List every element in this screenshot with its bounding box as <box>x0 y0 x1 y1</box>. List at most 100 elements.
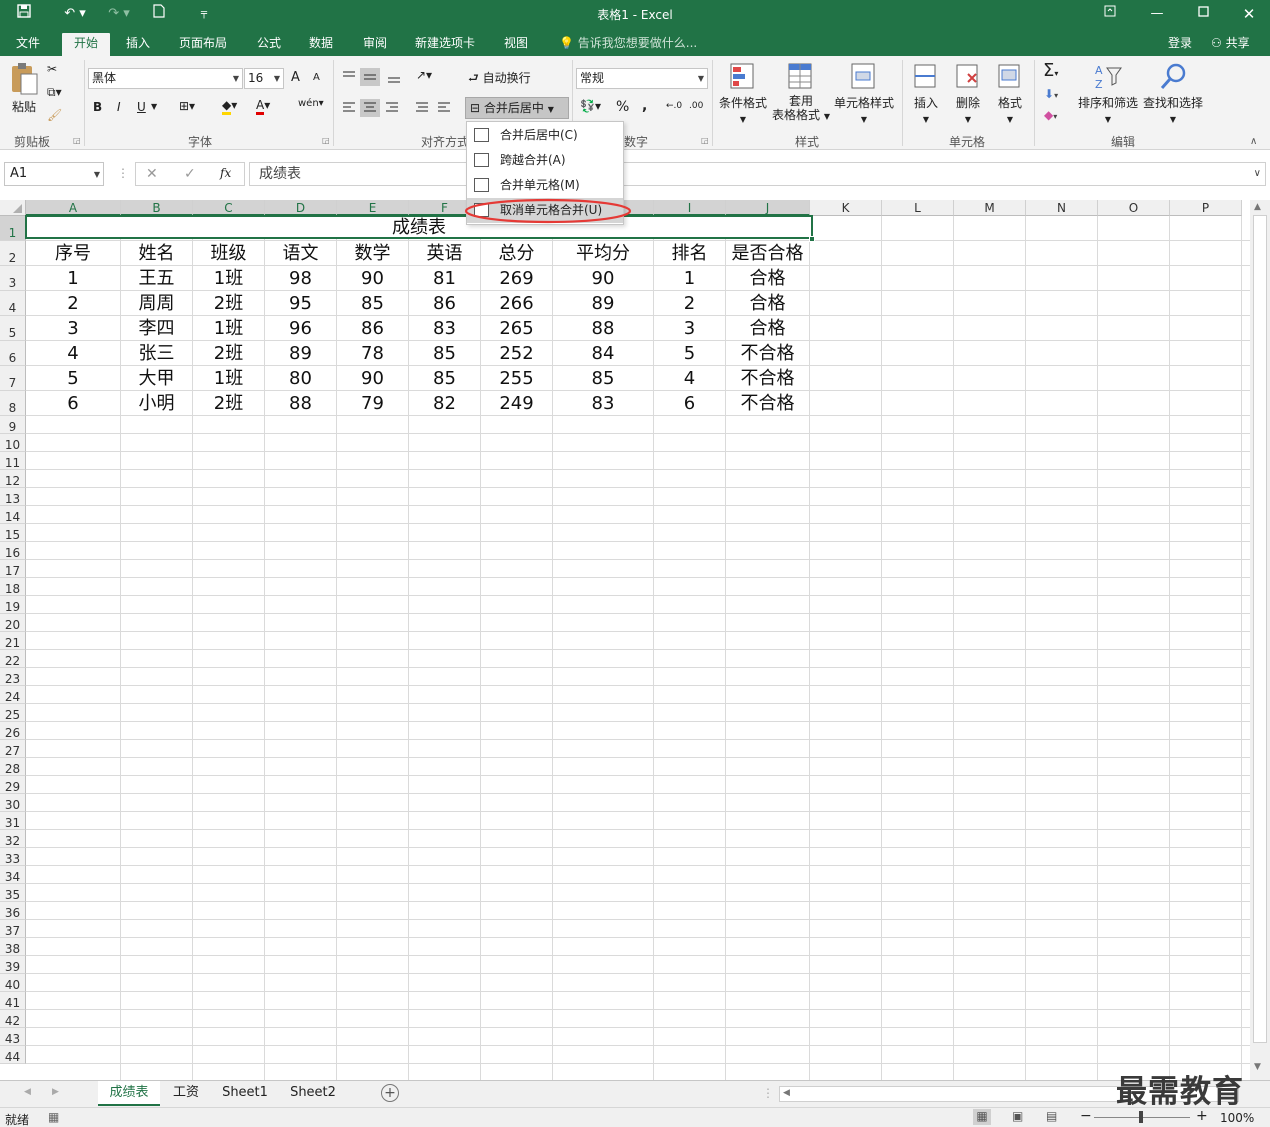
row-header-35[interactable]: 35 <box>0 884 26 902</box>
header-cell[interactable]: 班级 <box>193 241 264 266</box>
menu-item-merge-cells[interactable]: 合并单元格(M) <box>467 173 623 198</box>
data-cell[interactable]: 265 <box>481 316 552 341</box>
row-header-23[interactable]: 23 <box>0 668 26 686</box>
row-header-15[interactable]: 15 <box>0 524 26 542</box>
scroll-down-icon[interactable]: ▼ <box>1254 1062 1261 1072</box>
border-icon[interactable]: ⊞▾ <box>179 99 195 113</box>
row-header-29[interactable]: 29 <box>0 776 26 794</box>
fill-handle[interactable] <box>809 236 815 242</box>
row-header-16[interactable]: 16 <box>0 542 26 560</box>
wrap-text-button[interactable]: ⮐ 自动换行 <box>468 69 531 90</box>
worksheet-grid[interactable]: ABCDEFGHIJKLMNOP 12345678910111213141516… <box>0 200 1250 1080</box>
column-header-N[interactable]: N <box>1026 200 1098 216</box>
row-header-1[interactable]: 1 <box>0 216 26 241</box>
number-launcher-icon[interactable]: ◲ <box>701 136 709 145</box>
header-cell[interactable]: 是否合格 <box>726 241 809 266</box>
cut-icon[interactable]: ✂ <box>47 62 57 76</box>
enter-icon[interactable]: ✓ <box>184 166 196 182</box>
copy-icon[interactable]: ⧉▾ <box>47 85 62 100</box>
tab-data[interactable]: 数据 <box>301 33 341 56</box>
decrease-decimal-icon[interactable]: .00 <box>689 101 703 111</box>
column-header-L[interactable]: L <box>882 200 954 216</box>
scroll-left-icon[interactable]: ◀ <box>783 1088 790 1098</box>
vertical-align-icons[interactable] <box>340 68 410 86</box>
scroll-up-icon[interactable]: ▲ <box>1254 202 1261 212</box>
find-select-button[interactable]: 查找和选择 ▼ <box>1141 62 1205 125</box>
data-cell[interactable]: 86 <box>337 316 408 341</box>
name-box[interactable]: A1 ▼ <box>4 162 104 186</box>
row-header-22[interactable]: 22 <box>0 650 26 668</box>
data-cell[interactable]: 小明 <box>121 391 192 416</box>
menu-item-merge-center[interactable]: 合并后居中(C) <box>467 123 623 148</box>
share-button[interactable]: ⚇ 共享 <box>1203 33 1258 56</box>
shrink-font-button[interactable]: A <box>313 72 320 83</box>
currency-icon[interactable]: 💱▾ <box>580 99 601 113</box>
font-size-combo[interactable]: 16 ▼ <box>244 68 284 89</box>
data-cell[interactable]: 90 <box>337 266 408 291</box>
row-header-13[interactable]: 13 <box>0 488 26 506</box>
tab-review[interactable]: 审阅 <box>355 33 395 56</box>
data-cell[interactable]: 90 <box>337 366 408 391</box>
maximize-icon[interactable] <box>1188 4 1218 24</box>
row-header-43[interactable]: 43 <box>0 1028 26 1046</box>
data-cell[interactable]: 1 <box>654 266 725 291</box>
data-cell[interactable]: 90 <box>553 266 653 291</box>
row-header-9[interactable]: 9 <box>0 416 26 434</box>
formula-input[interactable]: 成绩表 ∨ <box>249 162 1266 186</box>
data-cell[interactable]: 81 <box>409 266 480 291</box>
row-header-6[interactable]: 6 <box>0 341 26 366</box>
collapse-ribbon-icon[interactable]: ∧ <box>1250 136 1257 147</box>
login-link[interactable]: 登录 <box>1160 33 1200 56</box>
cancel-icon[interactable]: ✕ <box>146 166 158 182</box>
data-cell[interactable]: 1 <box>26 266 120 291</box>
conditional-format-button[interactable]: 条件格式 ▼ <box>716 62 770 125</box>
header-cell[interactable]: 英语 <box>409 241 480 266</box>
data-cell[interactable]: 83 <box>553 391 653 416</box>
add-sheet-icon[interactable]: + <box>381 1084 399 1102</box>
font-color-icon[interactable]: A▾ <box>256 98 270 115</box>
autosum-icon[interactable]: Σ▾ <box>1043 60 1058 81</box>
data-cell[interactable]: 5 <box>26 366 120 391</box>
data-cell[interactable]: 4 <box>654 366 725 391</box>
scroll-thumb[interactable] <box>1253 215 1267 1043</box>
row-header-25[interactable]: 25 <box>0 704 26 722</box>
row-header-34[interactable]: 34 <box>0 866 26 884</box>
data-cell[interactable]: 1班 <box>193 266 264 291</box>
sheet-tab-sheet1[interactable]: Sheet1 <box>213 1081 277 1106</box>
row-header-26[interactable]: 26 <box>0 722 26 740</box>
row-header-12[interactable]: 12 <box>0 470 26 488</box>
data-cell[interactable]: 3 <box>654 316 725 341</box>
header-cell[interactable]: 序号 <box>26 241 120 266</box>
row-header-17[interactable]: 17 <box>0 560 26 578</box>
row-header-21[interactable]: 21 <box>0 632 26 650</box>
row-header-31[interactable]: 31 <box>0 812 26 830</box>
data-cell[interactable]: 88 <box>553 316 653 341</box>
data-cell[interactable]: 80 <box>265 366 336 391</box>
data-cell[interactable]: 255 <box>481 366 552 391</box>
row-header-32[interactable]: 32 <box>0 830 26 848</box>
column-header-P[interactable]: P <box>1170 200 1242 216</box>
vertical-scrollbar[interactable]: ▲ ▼ <box>1250 200 1270 1080</box>
row-header-42[interactable]: 42 <box>0 1010 26 1028</box>
data-cell[interactable]: 85 <box>409 341 480 366</box>
format-cells-button[interactable]: 格式 ▼ <box>990 62 1030 125</box>
row-header-44[interactable]: 44 <box>0 1046 26 1064</box>
zoom-out-button[interactable]: − <box>1080 1108 1092 1124</box>
data-cell[interactable]: 84 <box>553 341 653 366</box>
grow-font-button[interactable]: A <box>291 70 300 85</box>
row-header-5[interactable]: 5 <box>0 316 26 341</box>
horizontal-align-icons[interactable] <box>340 99 460 117</box>
tab-splitter-icon[interactable]: ⋮ <box>762 1086 774 1100</box>
data-cell[interactable]: 李四 <box>121 316 192 341</box>
row-header-24[interactable]: 24 <box>0 686 26 704</box>
sheet-tab-sheet2[interactable]: Sheet2 <box>280 1081 346 1106</box>
column-header-J[interactable]: J <box>726 200 810 216</box>
comma-button[interactable]: , <box>642 98 647 114</box>
data-cell[interactable]: 78 <box>337 341 408 366</box>
data-cell[interactable]: 王五 <box>121 266 192 291</box>
normal-view-icon[interactable]: ▦ <box>973 1109 991 1125</box>
column-header-E[interactable]: E <box>337 200 409 216</box>
data-cell[interactable]: 周周 <box>121 291 192 316</box>
orientation-icon[interactable]: ↗▾ <box>416 68 432 82</box>
expand-formula-icon[interactable]: ∨ <box>1254 163 1261 185</box>
